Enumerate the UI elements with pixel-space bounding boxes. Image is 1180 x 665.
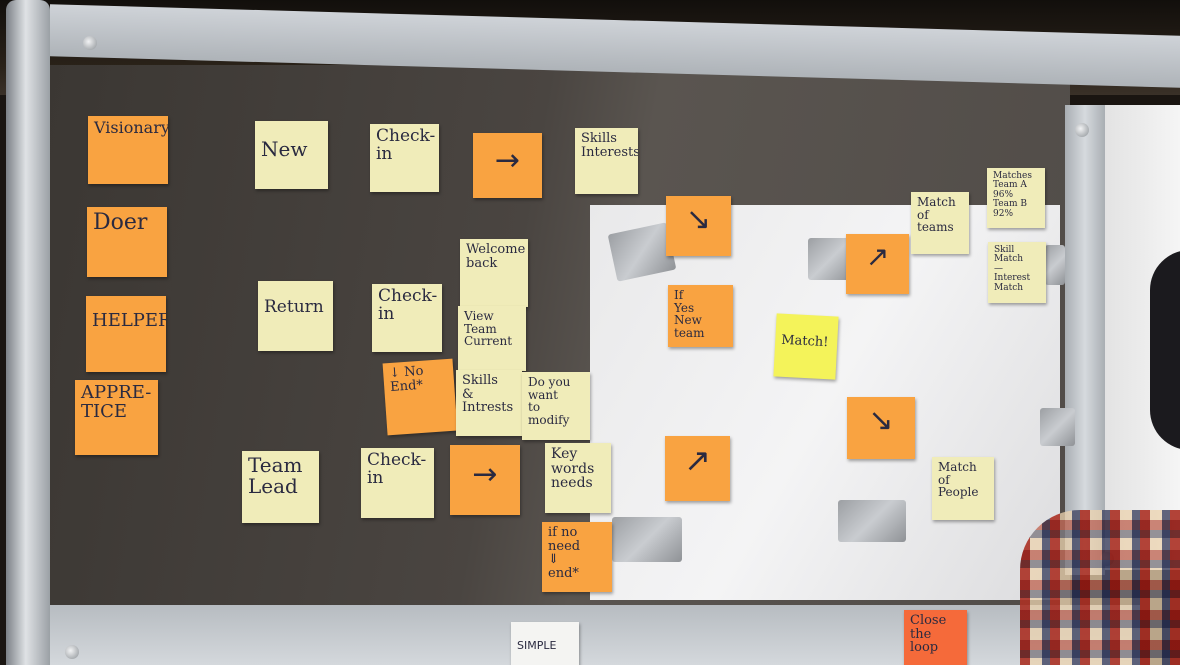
note-text: Key words needs — [551, 446, 595, 492]
note-key-words: Key words needs — [545, 443, 611, 513]
note-arrow-team-lead: → — [450, 445, 520, 515]
note-close: Close the loop — [904, 610, 967, 665]
note-team-lead: Team Lead — [242, 451, 319, 523]
frame-bottom — [40, 605, 1140, 665]
note-arrow-new: → — [473, 133, 542, 198]
note-down-right: ↘ — [666, 196, 731, 256]
tape — [1045, 245, 1065, 285]
bolt — [65, 645, 79, 659]
person-head — [1150, 250, 1180, 450]
note-up-right-1: ↗ — [846, 234, 909, 294]
note-text: ↓ No End* — [388, 363, 424, 395]
note-text: Do you want to modify — [528, 375, 571, 427]
note-text: View Team Current — [464, 309, 513, 349]
note-up-right-2: ↗ — [665, 436, 730, 501]
note-skill-match: Skill Match — Interest Match — [988, 242, 1046, 303]
arrow-right-icon: → — [494, 143, 521, 178]
note-text: Return — [264, 297, 324, 317]
photo-scene: Visionary Doer HELPER APPRE- TICE New Re… — [0, 0, 1180, 665]
note-text: HELPER — [92, 310, 166, 331]
arrow-down-right-icon: ↘ — [685, 202, 712, 237]
note-text: If Yes New team — [674, 288, 705, 340]
note-text: if no need ⇓ end* — [548, 525, 581, 581]
note-text: Welcome back — [466, 242, 526, 271]
note-matches: Matches Team A 96% Team B 92% — [987, 168, 1045, 228]
note-simple: SIMPLE — [511, 622, 579, 665]
note-text: Check- in — [378, 286, 438, 324]
note-if-yes: If Yes New team — [668, 285, 733, 347]
bolt — [1075, 123, 1089, 137]
note-new: New — [255, 121, 328, 189]
note-welcome-back: Welcome back — [460, 239, 528, 307]
note-if-no-need: if no need ⇓ end* — [542, 522, 612, 592]
note-check-in-team-lead: Check- in — [361, 448, 434, 518]
frame-post — [6, 0, 50, 665]
note-match-of-teams: Match of teams — [911, 192, 969, 254]
note-down-right-2: ↘ — [847, 397, 915, 459]
note-text: Team Lead — [248, 453, 303, 498]
person-plaid-shirt — [1020, 510, 1180, 665]
arrow-right-icon: → — [472, 457, 498, 492]
arrow-up-right-icon: ↗ — [865, 240, 890, 273]
note-text: Skill Match — Interest Match — [994, 245, 1031, 293]
arrow-down-right-icon: ↘ — [868, 403, 894, 438]
note-text: Match of People — [938, 460, 979, 500]
note-helper: HELPER — [86, 296, 166, 372]
note-check-in-return: Check- in — [372, 284, 442, 352]
note-match-of-people: Match of People — [932, 457, 994, 520]
note-view-team: View Team Current — [458, 306, 526, 371]
note-check-in-new: Check- in — [370, 124, 439, 192]
note-skills-interests: Skills Interests — [575, 128, 638, 194]
note-text: Matches Team A 96% Team B 92% — [993, 171, 1032, 219]
note-text: Doer — [93, 210, 148, 235]
tape — [1040, 408, 1075, 446]
note-text: Match! — [780, 332, 829, 351]
tape — [838, 500, 906, 542]
note-text: New — [261, 137, 308, 161]
note-apprentice: APPRE- TICE — [75, 380, 158, 455]
note-text: Check- in — [367, 450, 427, 488]
note-match: Match! — [773, 313, 839, 380]
frame-right — [1065, 105, 1105, 575]
note-text: Visionary — [94, 118, 168, 137]
arrow-up-right-icon: ↗ — [684, 441, 711, 479]
note-text: APPRE- TICE — [81, 382, 152, 422]
note-text: Match of teams — [917, 195, 956, 235]
tape — [612, 517, 682, 562]
bolt — [83, 36, 97, 50]
note-no-end: ↓ No End* — [382, 358, 458, 436]
note-skills-intrests: Skills & Intrests — [456, 370, 522, 436]
note-return: Return — [258, 281, 333, 351]
note-text: Skills & Intrests — [462, 373, 514, 416]
note-do-you-want: Do you want to modify — [522, 372, 590, 440]
note-doer: Doer — [87, 207, 167, 277]
note-text: Skills Interests — [581, 131, 638, 160]
note-text: Check- in — [376, 126, 436, 164]
note-visionary: Visionary — [88, 116, 168, 184]
note-text: Close the loop — [910, 613, 947, 656]
note-text: SIMPLE — [517, 639, 557, 652]
